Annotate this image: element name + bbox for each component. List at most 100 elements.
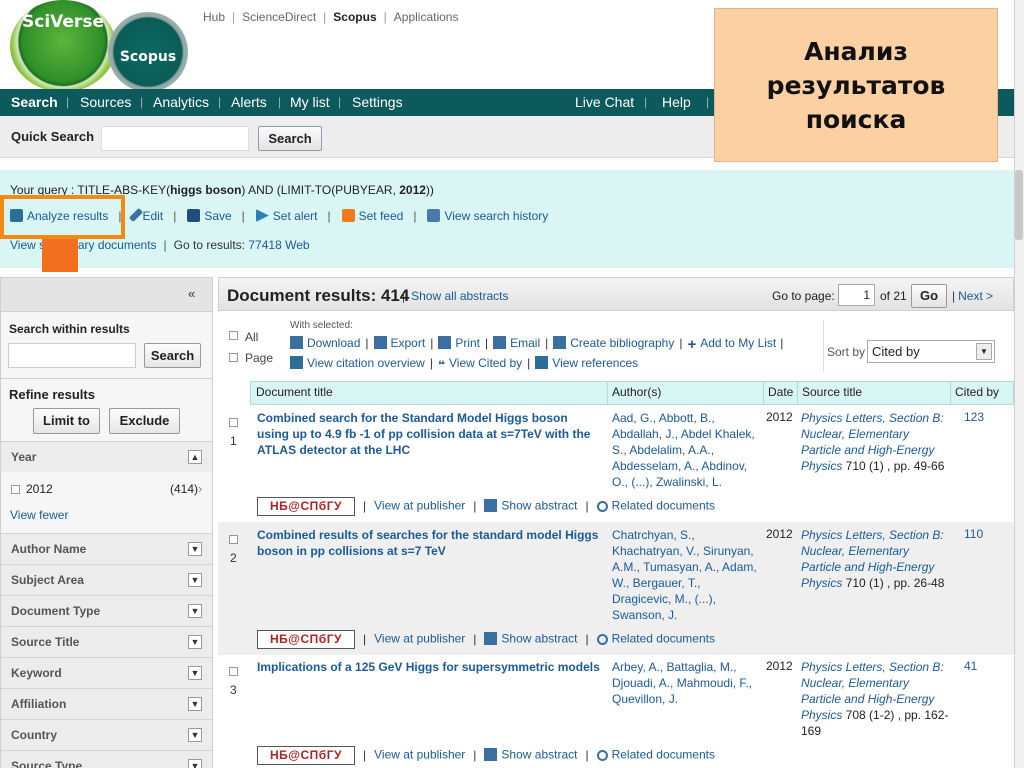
source-title[interactable]: Physics Letters, Section B: Nuclear, Ele… <box>801 659 951 739</box>
nav-my-list[interactable]: My list <box>290 94 330 110</box>
view-at-publisher-link[interactable]: View at publisher <box>374 748 465 762</box>
col-source-title[interactable]: Source title <box>802 385 862 399</box>
facet-source-title[interactable]: Source Title ▼ <box>1 626 212 657</box>
col-cited-by[interactable]: Cited by <box>955 385 999 399</box>
quick-search-input[interactable] <box>101 126 249 151</box>
chevron-right-icon[interactable]: › <box>198 481 202 496</box>
year-checkbox[interactable] <box>11 485 20 494</box>
exclude-button[interactable]: Exclude <box>109 408 180 434</box>
nav-help[interactable]: Help <box>662 94 691 110</box>
show-abstract-link[interactable]: Show abstract <box>501 632 577 646</box>
view-at-publisher-link[interactable]: View at publisher <box>374 632 465 646</box>
expand-icon[interactable]: ▼ <box>188 666 202 680</box>
web-results-link[interactable]: Web <box>285 238 309 252</box>
page-scrollbar[interactable] <box>1014 0 1024 768</box>
quick-search-button[interactable]: Search <box>258 126 322 151</box>
next-link[interactable]: Next > <box>958 289 993 303</box>
facet-document-type[interactable]: Document Type ▼ <box>1 595 212 626</box>
email-link[interactable]: Email <box>493 336 540 350</box>
view-cited-by-link[interactable]: ❝ View Cited by <box>438 356 522 372</box>
library-button[interactable]: НБ@СПбГУ <box>257 497 355 516</box>
facet-year[interactable]: Year ▲ <box>1 441 212 472</box>
export-link[interactable]: Export <box>373 336 425 350</box>
select-all-checkbox[interactable] <box>229 331 238 340</box>
nav-search[interactable]: Search <box>11 94 58 110</box>
view-at-publisher-link[interactable]: View at publisher <box>374 499 465 513</box>
collapse-icon[interactable]: ▲ <box>188 450 202 464</box>
expand-icon[interactable]: ▼ <box>188 542 202 556</box>
col-date[interactable]: Date <box>768 385 793 399</box>
scrollbar-thumb[interactable] <box>1015 170 1023 240</box>
nav-alerts[interactable]: Alerts <box>231 94 267 110</box>
top-link-applications[interactable]: Applications <box>394 10 459 24</box>
related-documents-link[interactable]: Related documents <box>612 632 715 646</box>
library-button[interactable]: НБ@СПбГУ <box>257 630 355 649</box>
set-feed-link[interactable]: Set feed <box>341 209 403 223</box>
facet-affiliation[interactable]: Affiliation ▼ <box>1 688 212 719</box>
collapse-sidebar-button[interactable]: « <box>188 286 195 301</box>
sciverse-logo[interactable]: SciVerse <box>10 0 116 92</box>
source-title[interactable]: Physics Letters, Section B: Nuclear, Ele… <box>801 410 951 474</box>
save-link[interactable]: Save <box>187 209 232 223</box>
facet-author-name[interactable]: Author Name ▼ <box>1 533 212 564</box>
show-all-abstracts-link[interactable]: Show all abstracts <box>411 289 508 303</box>
set-alert-link[interactable]: Set alert <box>255 209 318 223</box>
col-document-title[interactable]: Document title <box>256 385 333 399</box>
expand-icon[interactable]: ▼ <box>188 728 202 742</box>
show-abstract-link[interactable]: Show abstract <box>501 499 577 513</box>
edit-link[interactable]: Edit <box>128 207 163 223</box>
expand-icon[interactable]: ▼ <box>188 697 202 711</box>
facet-keyword[interactable]: Keyword ▼ <box>1 657 212 688</box>
add-to-my-list-link[interactable]: + Add to My List <box>687 336 776 353</box>
results-count-link[interactable]: 77418 <box>248 238 281 252</box>
search-history-link[interactable]: View search history <box>427 209 548 223</box>
nav-analytics[interactable]: Analytics <box>153 94 209 110</box>
facet-source-type[interactable]: Source Type ▼ <box>1 750 212 768</box>
top-link-scopus[interactable]: Scopus <box>333 10 376 24</box>
nav-settings[interactable]: Settings <box>352 94 403 110</box>
facet-country[interactable]: Country ▼ <box>1 719 212 750</box>
document-title-link[interactable]: Implications of a 125 GeV Higgs for supe… <box>257 659 602 675</box>
download-link[interactable]: Download <box>290 336 360 350</box>
sort-by-select[interactable]: Cited by ▼ <box>867 340 995 363</box>
top-link-sciencedirect[interactable]: ScienceDirect <box>242 10 316 24</box>
top-link-hub[interactable]: Hub <box>203 10 225 24</box>
nav-live-chat[interactable]: Live Chat <box>575 94 634 110</box>
authors-link[interactable]: Chatrchyan, S., Khachatryan, V., Sirunya… <box>612 527 762 623</box>
related-documents-link[interactable]: Related documents <box>612 748 715 762</box>
cited-by-count[interactable]: 41 <box>964 659 977 673</box>
expand-icon[interactable]: ▼ <box>188 604 202 618</box>
limit-to-button[interactable]: Limit to <box>33 408 100 434</box>
view-fewer-link[interactable]: View fewer <box>10 508 68 522</box>
document-title-link[interactable]: Combined results of searches for the sta… <box>257 527 602 559</box>
go-button[interactable]: Go <box>911 284 947 308</box>
goto-page-input[interactable]: 1 <box>838 284 875 306</box>
row-checkbox[interactable] <box>229 535 238 544</box>
document-title-link[interactable]: Combined search for the Standard Model H… <box>257 410 602 458</box>
related-documents-link[interactable]: Related documents <box>612 499 715 513</box>
cited-by-count[interactable]: 123 <box>964 410 984 424</box>
print-link[interactable]: Print <box>438 336 480 350</box>
facet-subject-area[interactable]: Subject Area ▼ <box>1 564 212 595</box>
cited-by-count[interactable]: 110 <box>964 527 983 541</box>
show-abstract-link[interactable]: Show abstract <box>501 748 577 762</box>
authors-link[interactable]: Arbey, A., Battaglia, M., Djouadi, A., M… <box>612 659 762 707</box>
row-checkbox[interactable] <box>229 418 238 427</box>
view-secondary-link[interactable]: View secondary documents <box>10 238 157 252</box>
source-title[interactable]: Physics Letters, Section B: Nuclear, Ele… <box>801 527 951 591</box>
citation-overview-link[interactable]: View citation overview <box>290 356 425 370</box>
search-within-input[interactable] <box>8 343 136 368</box>
create-bibliography-link[interactable]: Create bibliography <box>553 336 674 350</box>
select-page-checkbox[interactable] <box>229 353 238 362</box>
row-checkbox[interactable] <box>229 667 238 676</box>
scopus-logo[interactable]: Scopus <box>108 12 188 92</box>
expand-icon[interactable]: ▼ <box>188 573 202 587</box>
col-authors[interactable]: Author(s) <box>612 385 661 399</box>
view-references-link[interactable]: View references <box>535 356 638 370</box>
search-within-button[interactable]: Search <box>144 343 201 368</box>
expand-icon[interactable]: ▼ <box>188 759 202 768</box>
nav-sources[interactable]: Sources <box>80 94 131 110</box>
library-button[interactable]: НБ@СПбГУ <box>257 746 355 765</box>
expand-icon[interactable]: ▼ <box>188 635 202 649</box>
authors-link[interactable]: Aad, G., Abbott, B., Abdallah, J., Abdel… <box>612 410 762 490</box>
